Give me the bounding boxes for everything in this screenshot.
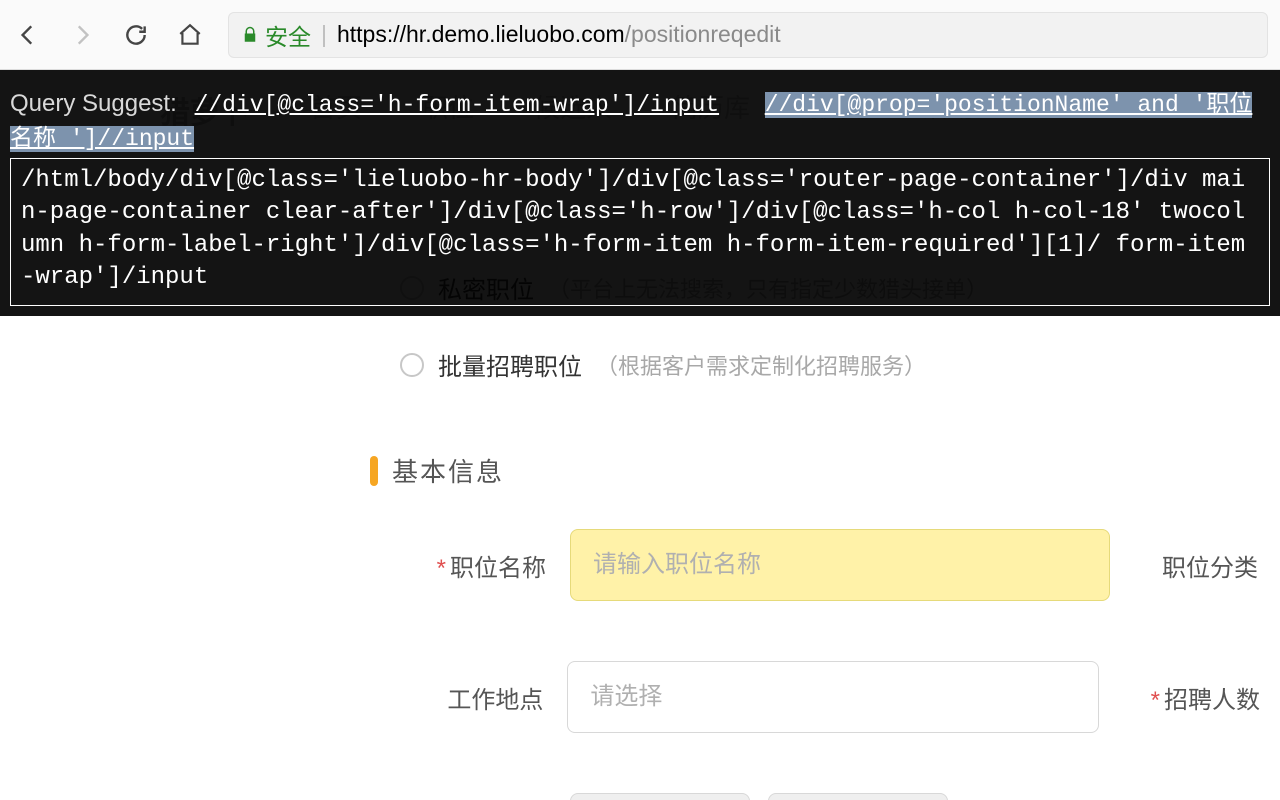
field-position-name: *职位名称 职位分类 bbox=[400, 529, 1260, 601]
full-xpath-output[interactable]: /html/body/div[@class='lieluobo-hr-body'… bbox=[10, 158, 1270, 306]
section-title: 基本信息 bbox=[392, 452, 504, 489]
address-bar[interactable]: 安全 | https://hr.demo.lieluobo.com/positi… bbox=[228, 12, 1268, 58]
location-select[interactable] bbox=[567, 661, 1098, 733]
xpath-suggestion-1[interactable]: //div[@class='h-form-item-wrap']/input bbox=[195, 92, 720, 118]
radio-icon[interactable] bbox=[400, 353, 424, 377]
browser-toolbar: 安全 | https://hr.demo.lieluobo.com/positi… bbox=[0, 0, 1280, 70]
field-extra-row bbox=[400, 793, 1260, 800]
xpath-suggest-overlay: Query Suggest: //div[@class='h-form-item… bbox=[0, 70, 1280, 316]
lock-icon bbox=[241, 26, 259, 44]
field-category-label: 职位分类 bbox=[1162, 548, 1258, 583]
position-name-input[interactable] bbox=[570, 529, 1110, 601]
required-asterisk: * bbox=[437, 555, 446, 582]
query-suggest-label: Query Suggest: bbox=[10, 90, 177, 117]
home-button[interactable] bbox=[174, 19, 206, 51]
option-label: 批量招聘职位 bbox=[438, 347, 582, 382]
small-select-2[interactable] bbox=[768, 793, 948, 800]
field-location: 工作地点 *招聘人数 bbox=[400, 661, 1260, 733]
reload-button[interactable] bbox=[120, 19, 152, 51]
required-asterisk: * bbox=[1151, 687, 1160, 714]
option-bulk-recruit[interactable]: 批量招聘职位 （根据客户需求定制化招聘服务） bbox=[400, 347, 1260, 382]
secure-label: 安全 bbox=[265, 18, 311, 52]
small-select-1[interactable] bbox=[570, 793, 750, 800]
secure-badge: 安全 bbox=[241, 18, 311, 52]
field-label: 工作地点 bbox=[400, 680, 567, 715]
section-header: 基本信息 bbox=[370, 452, 1260, 489]
forward-button[interactable] bbox=[66, 19, 98, 51]
back-button[interactable] bbox=[12, 19, 44, 51]
url-text: https://hr.demo.lieluobo.com/positionreq… bbox=[337, 21, 781, 48]
field-label: *职位名称 bbox=[400, 548, 570, 583]
option-hint: （根据客户需求定制化招聘服务） bbox=[596, 349, 926, 381]
section-accent-bar bbox=[370, 456, 378, 486]
field-headcount-label: *招聘人数 bbox=[1151, 680, 1260, 715]
